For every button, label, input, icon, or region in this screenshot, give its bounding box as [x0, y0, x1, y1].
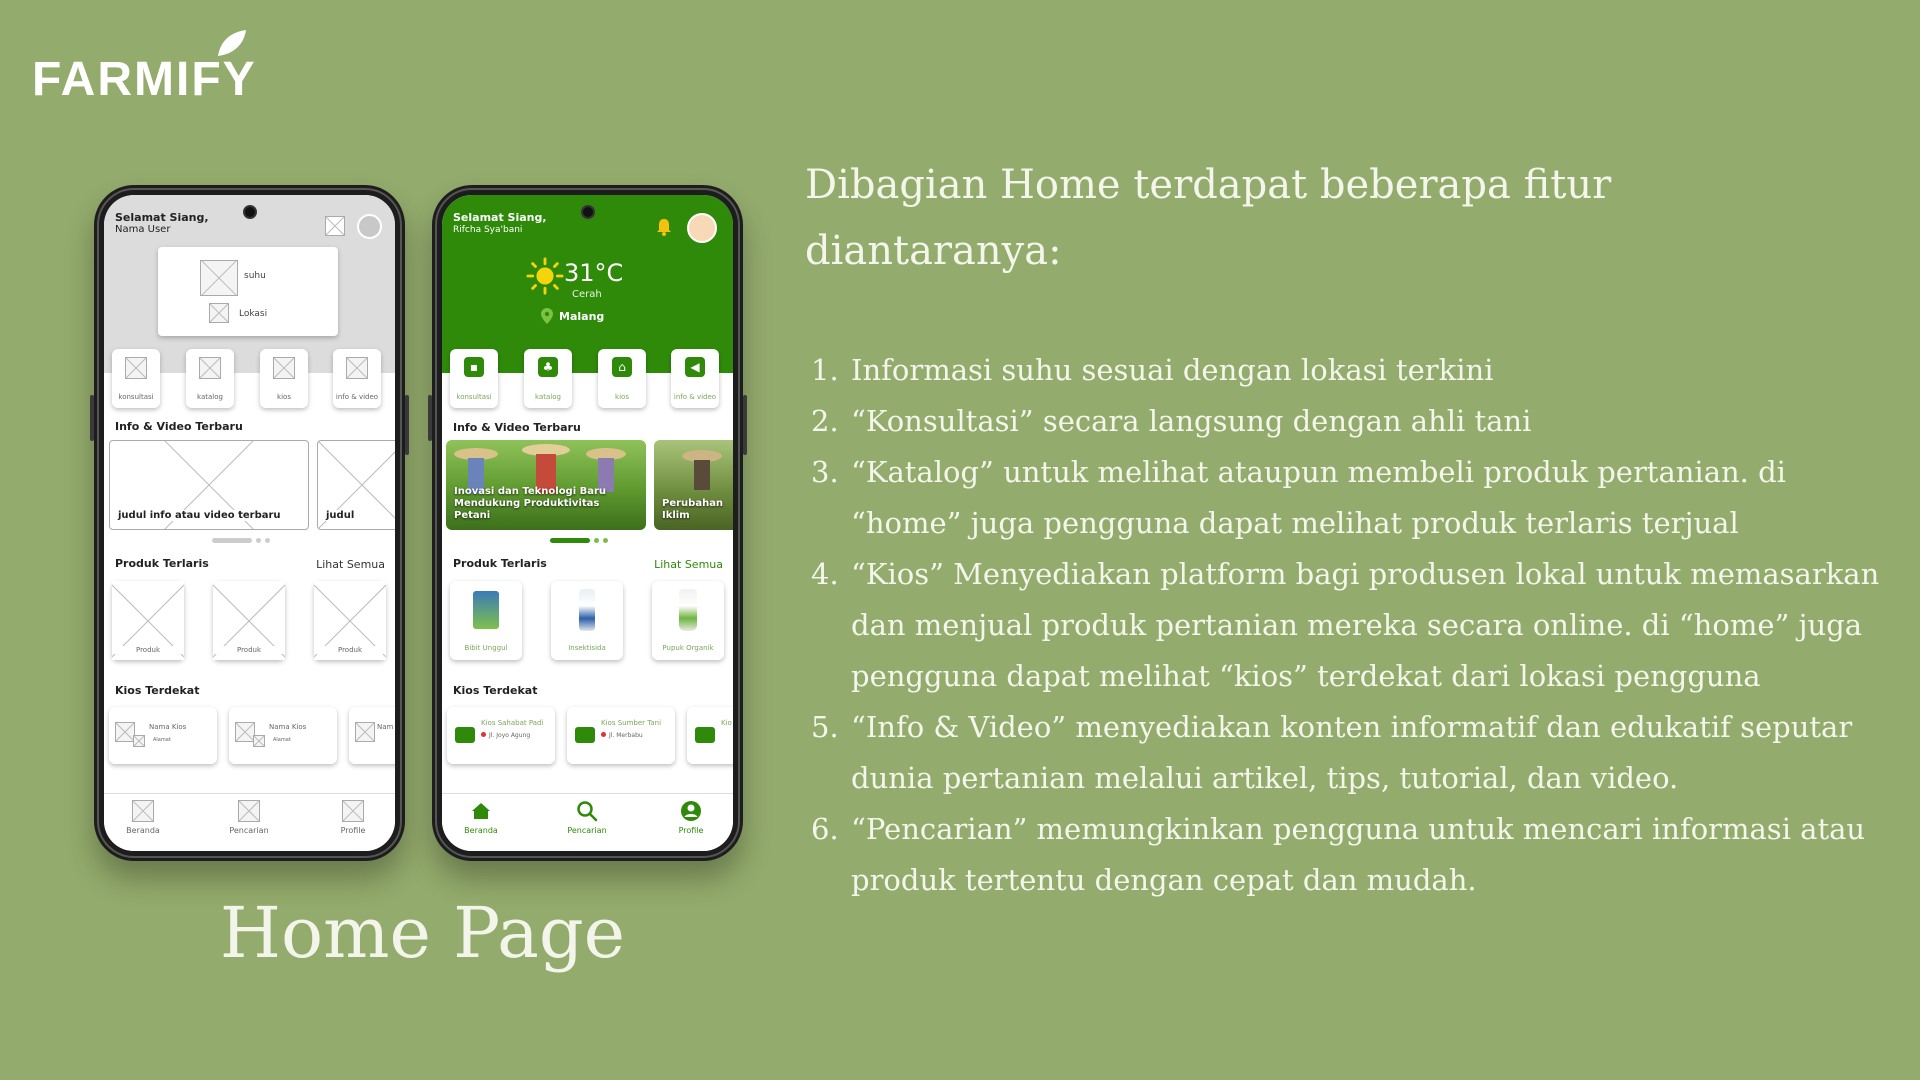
megaphone-icon: ◀	[685, 357, 705, 377]
kios-card[interactable]: Nama Kios Alamat	[229, 707, 337, 764]
kios-card[interactable]: Nam	[349, 707, 395, 764]
category-katalog[interactable]: katalog	[186, 349, 234, 408]
category-info-video[interactable]: ◀ info & video	[671, 349, 719, 408]
profile-icon	[681, 801, 701, 821]
chat-icon: ▪	[464, 357, 484, 377]
pin-icon	[601, 732, 606, 737]
category-konsultasi[interactable]: konsultasi	[112, 349, 160, 408]
weather-condition: Cerah	[572, 289, 602, 300]
product-card[interactable]: Produk	[112, 581, 184, 660]
wireframe-screen: Selamat Siang, Nama User suhu Lokasi kon…	[104, 195, 395, 851]
category-kios[interactable]: kios	[260, 349, 308, 408]
info-card[interactable]: Perubahan Iklim	[654, 440, 733, 530]
app-phone: Selamat Siang, Rifcha Sya'bani 31°C Cera…	[428, 185, 747, 861]
feature-item: 1. Informasi suhu sesuai dengan lokasi te…	[811, 353, 1494, 387]
pin-icon	[481, 732, 486, 737]
bell-icon[interactable]	[654, 217, 674, 237]
feature-item: 2. “Konsultasi” secara langsung dengan ah…	[811, 404, 1532, 438]
store-icon: ⌂	[612, 357, 632, 377]
carousel-dots	[212, 538, 274, 544]
brand-name: FARMIFY	[32, 53, 257, 106]
feature-item: 6. “Pencarian” memungkinkan pengguna untu…	[811, 812, 1866, 897]
see-all-link[interactable]: Lihat Semua	[316, 558, 385, 571]
see-all-link[interactable]: Lihat Semua	[654, 558, 723, 571]
category-konsultasi[interactable]: ▪ konsultasi	[450, 349, 498, 408]
feature-item: 4. “Kios” Menyediakan platform bagi produ…	[811, 557, 1880, 693]
avatar[interactable]	[687, 213, 717, 243]
weather-icon	[200, 260, 238, 296]
home-icon	[472, 803, 490, 819]
info-card[interactable]: judul	[317, 440, 395, 530]
product-card[interactable]: Produk	[314, 581, 386, 660]
section-title-kios: Kios Terdekat	[453, 684, 538, 697]
profile-icon[interactable]	[357, 214, 382, 239]
kios-card[interactable]: Nama Kios Alamat	[109, 707, 217, 764]
product-card[interactable]: Produk	[213, 581, 285, 660]
category-katalog[interactable]: ♣ katalog	[524, 349, 572, 408]
section-title-kios: Kios Terdekat	[115, 684, 200, 697]
kios-card[interactable]: Kios Sumber Tani Jl. Merbabu	[567, 707, 675, 764]
location-icon	[209, 303, 229, 323]
weather-temp: suhu	[244, 271, 266, 281]
temperature: 31°C	[564, 259, 624, 287]
bottom-nav: Beranda Pencarian Profile	[442, 793, 733, 851]
app-screen: Selamat Siang, Rifcha Sya'bani 31°C Cera…	[442, 195, 733, 851]
weather-card: suhu Lokasi	[158, 247, 338, 336]
search-icon	[577, 801, 598, 822]
product-card[interactable]: Bibit Unggul	[450, 581, 522, 660]
greeting: Selamat Siang, Nama User	[115, 211, 209, 236]
info-card[interactable]: judul info atau video terbaru	[109, 440, 309, 530]
section-title-info: Info & Video Terbaru	[453, 421, 581, 434]
product-image	[579, 589, 595, 631]
info-card[interactable]: Inovasi dan Teknologi Baru Mendukung Pro…	[446, 440, 646, 530]
section-title-products: Produk Terlaris	[453, 557, 547, 570]
wireframe-phone: Selamat Siang, Nama User suhu Lokasi kon…	[90, 185, 409, 861]
nav-pencarian[interactable]: Pencarian	[552, 800, 622, 835]
category-info-video[interactable]: info & video	[333, 349, 381, 408]
carousel-dots	[550, 538, 612, 544]
intro-text: Dibagian Home terdapat beberapa fitur di…	[805, 162, 1612, 274]
greeting: Selamat Siang, Rifcha Sya'bani	[453, 211, 547, 236]
kios-card[interactable]: Kios Sahabat Padi Jl. Joyo Agung	[447, 707, 555, 764]
product-card[interactable]: Insektisida	[551, 581, 623, 660]
location-pin-icon	[541, 308, 553, 324]
store-icon	[695, 727, 715, 743]
app-header: Selamat Siang, Rifcha Sya'bani 31°C Cera…	[442, 195, 733, 373]
nav-beranda[interactable]: Beranda	[108, 800, 178, 835]
section-title-info: Info & Video Terbaru	[115, 420, 243, 433]
page-caption: Home Page	[219, 892, 626, 974]
feature-list: 1. Informasi suhu sesuai dengan lokasi te…	[805, 345, 1885, 906]
kios-card[interactable]: Kio	[687, 707, 733, 764]
sprout-icon: ♣	[538, 357, 558, 377]
bottom-nav: Beranda Pencarian Profile	[104, 793, 395, 851]
location-name: Malang	[559, 310, 605, 323]
section-title-products: Produk Terlaris	[115, 557, 209, 570]
sun-icon	[526, 257, 564, 295]
feature-item: 5. “Info & Video” menyediakan konten info…	[811, 710, 1853, 795]
notification-icon[interactable]	[325, 216, 345, 236]
nav-pencarian[interactable]: Pencarian	[214, 800, 284, 835]
store-icon	[455, 727, 475, 743]
nav-profile[interactable]: Profile	[318, 800, 388, 835]
nav-profile[interactable]: Profile	[656, 800, 726, 835]
category-kios[interactable]: ⌂ kios	[598, 349, 646, 408]
nav-beranda[interactable]: Beranda	[446, 800, 516, 835]
weather-location: Lokasi	[239, 309, 268, 319]
store-icon	[575, 727, 595, 743]
product-image	[473, 591, 499, 629]
product-card[interactable]: Pupuk Organik	[652, 581, 724, 660]
product-image	[679, 589, 697, 631]
feature-item: 3. “Katalog” untuk melihat ataupun membel…	[811, 455, 1786, 540]
